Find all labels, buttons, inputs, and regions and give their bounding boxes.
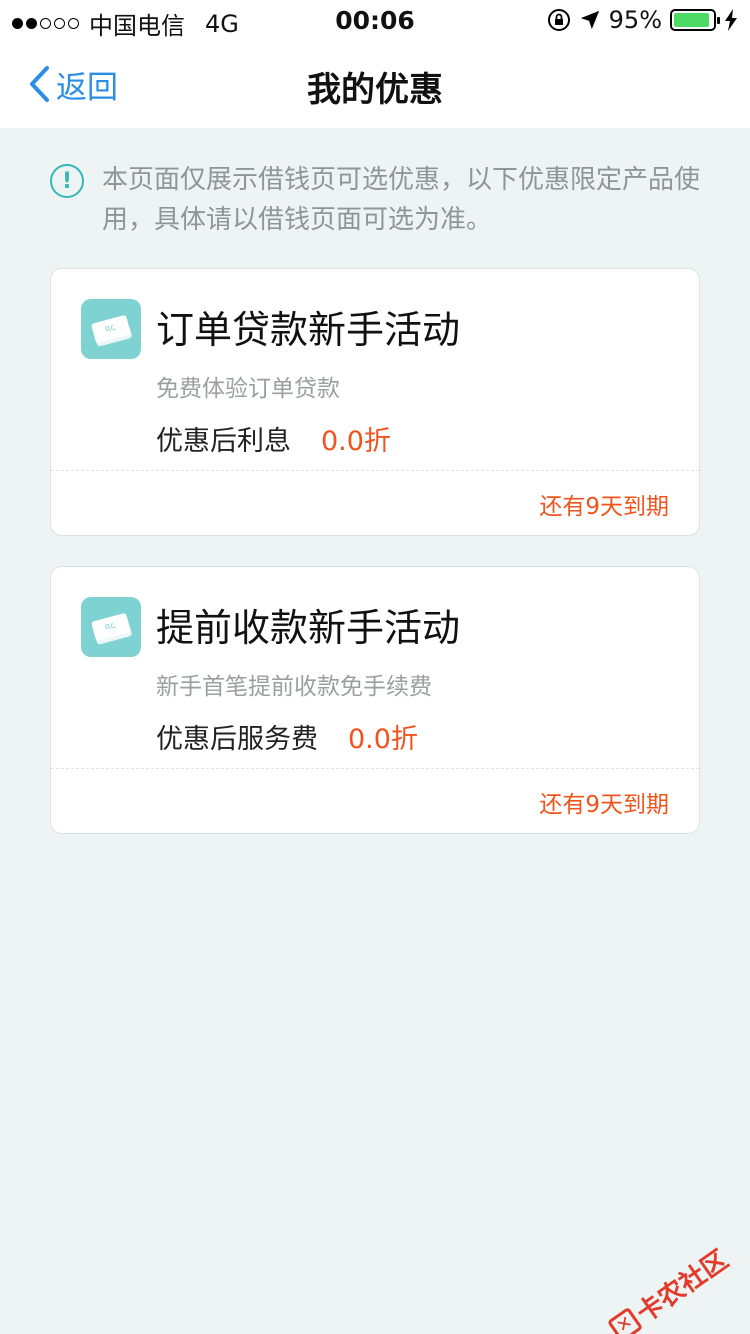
info-circle-icon: ! [50, 164, 84, 198]
coupon-card[interactable]: % 提前收款新手活动 新手首笔提前收款免手续费 优惠后服务费 0.0折 还有9天… [50, 566, 700, 834]
coupon-expiry: 还有9天到期 [539, 494, 669, 520]
benefit-value: 0.0折 [321, 426, 391, 457]
coupon-benefit: 优惠后利息 0.0折 [156, 419, 391, 458]
coupon-subtitle: 新手首笔提前收款免手续费 [156, 674, 432, 700]
status-right: 95% [547, 6, 738, 34]
coupon-card[interactable]: % 订单贷款新手活动 免费体验订单贷款 优惠后利息 0.0折 还有9天到期 [50, 268, 700, 536]
coupon-benefit: 优惠后服务费 0.0折 [156, 717, 418, 756]
coupon-title: 提前收款新手活动 [156, 606, 461, 650]
coupon-ticket-icon: % [81, 597, 141, 657]
orientation-lock-icon [547, 9, 570, 31]
watermark-logo: ✕ 卡农社区 [603, 1240, 734, 1334]
navigation-bar: 返回 我的优惠 [0, 40, 750, 128]
benefit-label: 优惠后服务费 [156, 724, 318, 755]
coupon-title: 订单贷款新手活动 [156, 308, 461, 352]
coupon-ticket-icon: % [81, 299, 141, 359]
page-title: 我的优惠 [307, 70, 443, 110]
watermark-text: 卡农社区 [631, 1244, 734, 1330]
benefit-label: 优惠后利息 [156, 426, 291, 457]
battery-icon [670, 9, 720, 31]
location-arrow-icon [580, 10, 599, 30]
notice-text: 本页面仅展示借钱页可选优惠，以下优惠限定产品使用，具体请以借钱页面可选为准。 [102, 165, 701, 235]
status-bar: 中国电信 4G 00:06 95% [0, 0, 750, 40]
notice-banner: ! 本页面仅展示借钱页可选优惠，以下优惠限定产品使用，具体请以借钱页面可选为准。 [50, 160, 700, 240]
coupon-subtitle: 免费体验订单贷款 [156, 376, 340, 402]
coupon-expiry: 还有9天到期 [539, 792, 669, 818]
charging-bolt-icon [725, 9, 737, 31]
benefit-value: 0.0折 [348, 724, 418, 755]
card-divider [51, 470, 699, 471]
card-divider [51, 768, 699, 769]
battery-percent: 95% [608, 6, 662, 34]
